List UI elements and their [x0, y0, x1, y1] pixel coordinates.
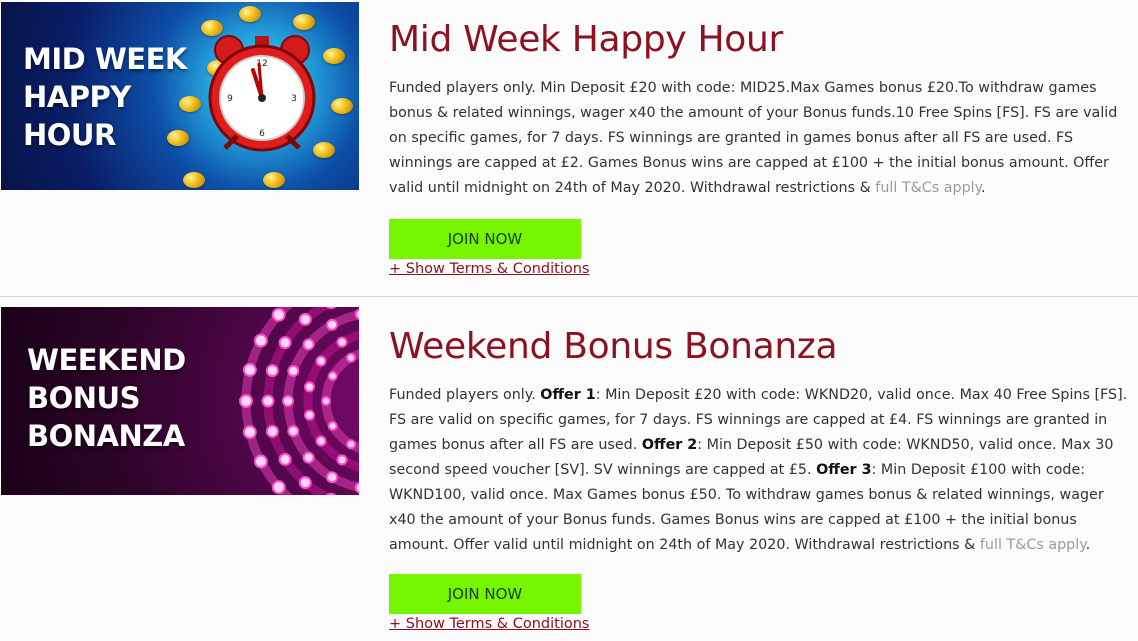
light-bulb: [302, 338, 315, 351]
full-tcs-link[interactable]: full T&Cs apply: [980, 537, 1086, 553]
banner-line: HOUR: [23, 118, 116, 152]
promo-banner-image[interactable]: WEEKEND BONUS BONANZA: [1, 307, 359, 495]
banner-line: BONUS: [27, 381, 140, 415]
light-bulb: [271, 307, 286, 322]
light-bulb: [336, 336, 348, 348]
promo-weekend-bonus-bonanza: WEEKEND BONUS BONANZA Weekend Bonus Bona…: [0, 297, 1138, 641]
promo-description-text: Funded players only. Min Deposit £20 wit…: [389, 80, 1118, 196]
light-bulb: [304, 409, 315, 421]
light-bulb: [315, 435, 327, 447]
promo-title: Mid Week Happy Hour: [389, 19, 784, 60]
promo-content: Weekend Bonus Bonanza Funded players onl…: [389, 321, 1129, 558]
promo-content: Mid Week Happy Hour Funded players only.…: [389, 14, 1129, 201]
svg-text:9: 9: [227, 94, 233, 104]
light-bulb: [298, 312, 312, 326]
light-bulb: [265, 424, 279, 438]
show-terms-link[interactable]: + Show Terms & Conditions: [389, 261, 589, 277]
light-bulb: [282, 395, 294, 407]
light-bulb: [346, 439, 356, 450]
light-bulb: [239, 394, 253, 408]
promo-description-suffix: .: [1085, 537, 1091, 553]
stage-lights-icon: [239, 307, 359, 495]
light-bulb: [326, 318, 338, 331]
offer-2-label: Offer 2: [641, 437, 698, 453]
light-bulb: [327, 421, 338, 431]
light-bulb: [261, 394, 275, 408]
promo-banner-image[interactable]: 12 3 69 MID WEEK HAPPY HOUR: [1, 2, 359, 190]
promo-description: Funded players only. Min Deposit £20 wit…: [389, 76, 1129, 201]
promo-description-intro: Funded players only.: [389, 387, 541, 403]
light-bulb: [265, 364, 279, 378]
promo-title: Weekend Bonus Bonanza: [389, 326, 838, 367]
banner-line: WEEKEND: [27, 343, 186, 377]
light-bulb: [321, 396, 331, 406]
light-bulb: [315, 355, 327, 367]
coin-icon: [331, 98, 353, 114]
light-bulb: [327, 371, 338, 381]
promo-description-suffix: .: [981, 180, 986, 196]
light-bulb: [354, 308, 359, 321]
light-bulb: [336, 454, 348, 466]
light-bulb: [278, 336, 292, 350]
banner-text: MID WEEK HAPPY HOUR: [23, 40, 187, 154]
coin-icon: [183, 172, 205, 188]
join-now-button[interactable]: JOIN NOW: [389, 219, 581, 259]
light-bulb: [354, 481, 359, 494]
light-bulb: [346, 352, 356, 363]
coin-icon: [263, 172, 285, 188]
coin-icon: [293, 14, 315, 30]
light-bulb: [278, 452, 292, 466]
banner-line: MID WEEK: [23, 42, 187, 76]
show-terms-link[interactable]: + Show Terms & Conditions: [389, 616, 589, 632]
light-bulb: [253, 454, 268, 469]
light-bulb: [304, 381, 315, 393]
coin-icon: [239, 6, 261, 22]
svg-text:3: 3: [291, 94, 297, 104]
full-tcs-link[interactable]: full T&Cs apply: [875, 180, 981, 196]
promo-mid-week-happy-hour: 12 3 69 MID WEEK HAPPY HOUR Mid Week Happ…: [0, 0, 1138, 297]
light-bulb: [242, 362, 257, 377]
light-bulb: [242, 425, 257, 440]
light-bulb: [302, 451, 315, 464]
svg-text:6: 6: [259, 129, 265, 139]
banner-text: WEEKEND BONUS BONANZA: [27, 341, 186, 455]
offer-1-label: Offer 1: [540, 387, 596, 403]
light-bulb: [271, 480, 286, 495]
banner-line: BONANZA: [27, 419, 185, 453]
banner-line: HAPPY: [23, 80, 131, 114]
light-bulb: [326, 471, 338, 484]
light-bulb: [253, 333, 268, 348]
offer-3-label: Offer 3: [816, 462, 872, 478]
light-bulb: [287, 364, 300, 377]
promo-description: Funded players only. Offer 1: Min Deposi…: [389, 383, 1129, 558]
light-bulb: [287, 425, 300, 438]
alarm-clock-icon: 123 69: [208, 35, 316, 152]
join-now-button[interactable]: JOIN NOW: [389, 574, 581, 614]
light-bulb: [298, 476, 312, 490]
